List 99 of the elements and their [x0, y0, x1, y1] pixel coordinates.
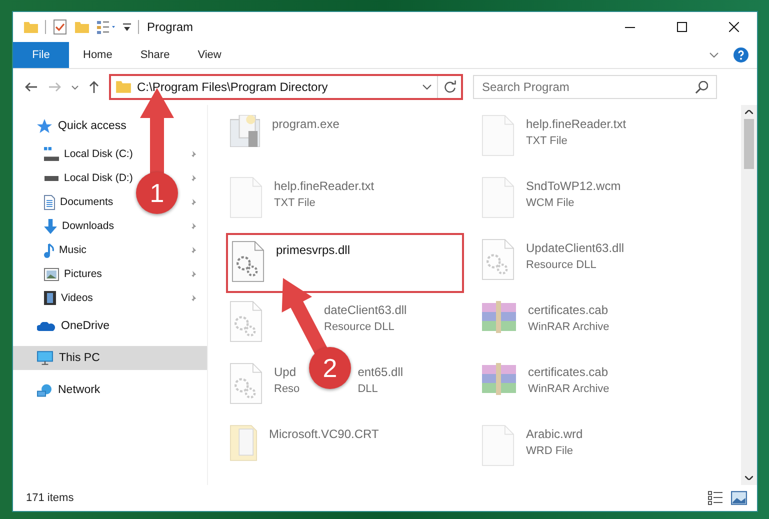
sidebar-item[interactable]: This PC — [13, 346, 207, 370]
window-title: Program — [147, 20, 194, 34]
file-type: WinRAR Archive — [528, 383, 610, 395]
file-name: help.fineReader.txt — [274, 179, 374, 193]
sidebar-item[interactable]: Local Disk (C:) — [44, 145, 133, 163]
file-name: Arabic.wrd — [526, 427, 583, 441]
program-icon — [230, 115, 260, 147]
file-name: Microsoft.VC90.CRT — [269, 427, 379, 441]
sidebar-item[interactable]: Documents — [44, 193, 114, 211]
download-arrow-icon — [44, 218, 57, 234]
file-name: program.exe — [272, 117, 340, 131]
document-icon — [44, 194, 55, 210]
sidebar-label: Pictures — [64, 268, 102, 280]
gears-file-icon — [482, 239, 514, 280]
file-type: WRD File — [526, 445, 574, 457]
scroll-up-icon[interactable] — [745, 110, 753, 114]
address-path: C:\Program Files\Program Directory — [137, 80, 329, 94]
star-icon — [37, 119, 52, 133]
maximize-icon[interactable] — [677, 22, 687, 32]
properties-icon[interactable] — [52, 19, 68, 35]
sidebar-label: Network — [58, 384, 100, 396]
ribbon-tab[interactable]: Share — [126, 42, 184, 68]
address-bar[interactable]: C:\Program Files\Program Directory — [109, 74, 463, 100]
sidebar-label: Local Disk (C:) — [64, 148, 133, 160]
file-type: Reso — [274, 383, 300, 395]
details-view-icon[interactable] — [708, 491, 723, 505]
ribbon-tab[interactable]: View — [184, 42, 236, 68]
expand-ribbon-icon[interactable] — [709, 52, 719, 58]
recent-caret-icon[interactable] — [71, 84, 79, 90]
sidebar-item[interactable]: Local Disk (D:) — [44, 169, 133, 187]
file-name: ent65.dll — [358, 365, 404, 379]
file-name: Upd — [274, 365, 298, 379]
gears-file-icon — [232, 241, 264, 282]
sidebar-label: Downloads — [62, 220, 114, 232]
computer-icon — [37, 351, 53, 365]
gears-file-icon — [230, 301, 262, 342]
archive-books-icon — [482, 363, 516, 395]
file-name: certificates.cab — [528, 303, 610, 317]
sidebar-label: Documents — [60, 196, 114, 208]
sidebar-item[interactable]: Videos — [44, 289, 93, 307]
file-name: primesvrps.dll — [276, 243, 350, 257]
sidebar-item[interactable]: Pictures — [44, 265, 102, 283]
file-icon — [482, 425, 514, 466]
sidebar-item[interactable]: Music — [44, 241, 86, 259]
file-type: WCM File — [526, 197, 576, 209]
drive-icon — [44, 147, 59, 161]
gears-file-icon — [230, 363, 262, 404]
file-icon — [482, 177, 514, 218]
file-name: certificates.cab — [528, 365, 610, 379]
file-icon — [230, 177, 262, 218]
film-icon — [44, 291, 56, 305]
sidebar-label: Videos — [61, 292, 93, 304]
file-type: DLL — [358, 383, 379, 395]
cloud-icon — [37, 322, 55, 330]
item-count: 171 items — [26, 492, 74, 504]
ribbon-tab[interactable]: Home — [69, 42, 126, 68]
file-type: TXT File — [526, 135, 568, 147]
file-icon — [482, 115, 514, 156]
file-name: UpdateClient63.dll — [526, 241, 624, 255]
file-name: SndToWP12.wcm — [526, 179, 621, 193]
back-arrow-icon[interactable] — [25, 82, 38, 92]
file-name: dateClient63.dll — [324, 303, 407, 317]
scroll-thumb[interactable] — [744, 119, 754, 169]
customize-caret-icon[interactable] — [122, 23, 132, 31]
help-icon[interactable] — [733, 47, 749, 63]
sidebar-item[interactable]: Downloads — [44, 217, 114, 235]
ribbon-tab[interactable]: File — [13, 42, 69, 68]
sidebar-item[interactable]: Quick access — [37, 114, 126, 138]
file-type: TXT File — [274, 197, 316, 209]
drive-icon — [44, 176, 59, 180]
sidebar-item[interactable]: Network — [37, 378, 100, 402]
folder-icon — [115, 81, 132, 93]
refresh-icon[interactable] — [443, 80, 457, 94]
file-name: help.fineReader.txt — [526, 117, 626, 131]
folder-file-icon — [230, 425, 257, 461]
archive-books-icon — [482, 301, 516, 333]
file-item[interactable]: primesvrps.dll — [226, 233, 464, 293]
file-type: Resource DLL — [526, 259, 598, 271]
sidebar-item[interactable]: OneDrive — [37, 314, 110, 338]
picture-icon — [44, 268, 59, 280]
minimize-icon[interactable] — [625, 26, 635, 28]
scrollbar[interactable] — [741, 105, 757, 485]
up-arrow-icon[interactable] — [89, 80, 99, 94]
network-icon — [37, 384, 52, 396]
list-dropdown-icon[interactable] — [96, 20, 116, 34]
sidebar-label: Local Disk (D:) — [64, 172, 133, 184]
close-icon[interactable] — [729, 22, 739, 32]
file-type: WinRAR Archive — [528, 321, 610, 333]
sidebar-label: Quick access — [58, 120, 126, 132]
sidebar-label: Music — [59, 244, 86, 256]
search-field[interactable]: Search Program — [473, 75, 717, 99]
large-icons-view-icon[interactable] — [731, 491, 747, 505]
sidebar-label: This PC — [59, 352, 100, 364]
music-note-icon — [44, 242, 54, 258]
search-icon[interactable] — [695, 81, 708, 94]
scroll-down-icon[interactable] — [745, 476, 753, 480]
sidebar-label: OneDrive — [61, 320, 110, 332]
file-type: Resource DLL — [324, 321, 396, 333]
dropdown-caret-icon[interactable] — [422, 84, 432, 90]
